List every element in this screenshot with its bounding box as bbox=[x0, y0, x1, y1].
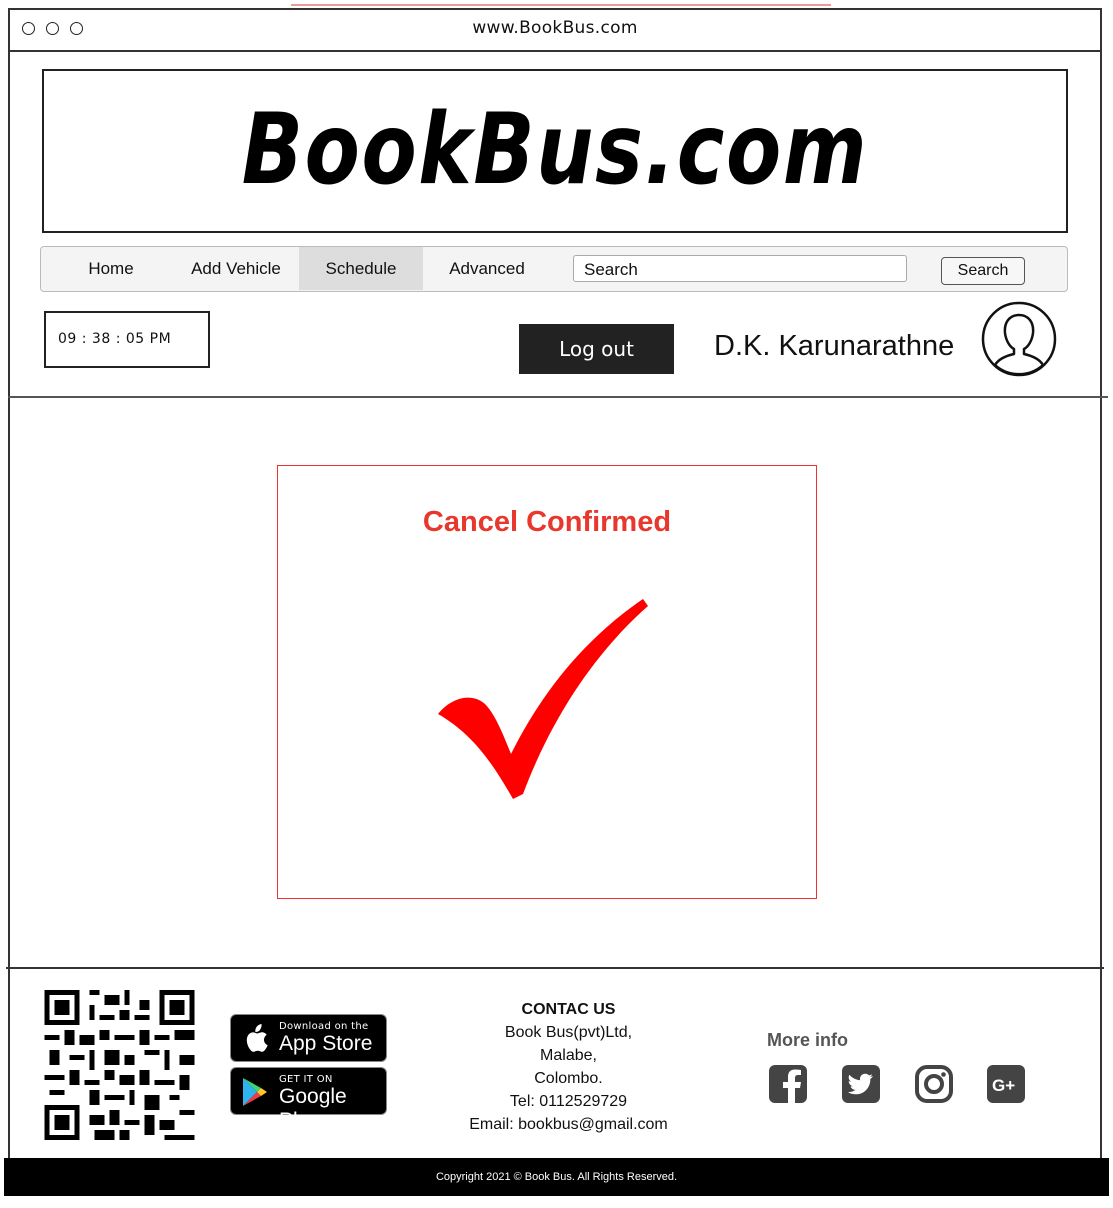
browser-url[interactable]: www.BookBus.com bbox=[8, 18, 1102, 38]
cancel-confirm-panel: Cancel Confirmed bbox=[277, 465, 817, 899]
clock-display: 09 : 38 : 05 PM bbox=[44, 311, 210, 368]
search-input[interactable]: Search bbox=[573, 255, 907, 282]
search-button[interactable]: Search bbox=[941, 257, 1025, 285]
logout-button[interactable]: Log out bbox=[519, 324, 674, 374]
user-name: D.K. Karunarathne bbox=[714, 330, 955, 362]
contact-city: Malabe, bbox=[540, 1047, 597, 1064]
site-logo[interactable]: BookBus.com bbox=[136, 93, 974, 207]
header-divider bbox=[8, 396, 1108, 398]
site-banner: BookBus.com bbox=[42, 69, 1068, 233]
app-store-small-text: Download on the bbox=[279, 1021, 369, 1032]
contact-region: Colombo. bbox=[534, 1070, 603, 1087]
contact-info: CONTAC US Book Bus(pvt)Ltd, Malabe, Colo… bbox=[440, 998, 697, 1136]
copyright-bar: Copyright 2021 © Book Bus. All Rights Re… bbox=[4, 1158, 1109, 1196]
app-store-label: App Store bbox=[279, 1032, 373, 1055]
more-info-heading: More info bbox=[767, 1030, 848, 1050]
google-play-badge[interactable]: GET IT ON Google Play bbox=[230, 1067, 387, 1132]
apple-icon bbox=[246, 1024, 268, 1052]
nav-advanced[interactable]: Advanced bbox=[437, 247, 537, 290]
contact-heading: CONTAC US bbox=[521, 1001, 616, 1018]
cancel-confirmed-title: Cancel Confirmed bbox=[422, 506, 672, 538]
checkmark-icon bbox=[438, 599, 648, 799]
contact-email[interactable]: Email: bookbus@gmail.com bbox=[440, 1113, 697, 1136]
twitter-icon[interactable] bbox=[841, 1064, 881, 1104]
top-accent-line bbox=[291, 4, 831, 6]
browser-url-bar: www.BookBus.com bbox=[8, 8, 1102, 52]
google-plus-icon[interactable]: G+ bbox=[986, 1064, 1026, 1104]
copyright-text: Copyright 2021 © Book Bus. All Rights Re… bbox=[435, 1171, 678, 1183]
google-play-label: Google Play bbox=[279, 1085, 347, 1132]
contact-phone[interactable]: Tel: 0112529729 bbox=[440, 1090, 697, 1113]
google-play-icon bbox=[243, 1078, 267, 1106]
main-nav: Home Add Vehicle Schedule Advanced Searc… bbox=[40, 246, 1068, 292]
qr-code-icon bbox=[44, 990, 195, 1140]
google-play-small-text: GET IT ON bbox=[279, 1074, 333, 1085]
nav-add-vehicle[interactable]: Add Vehicle bbox=[181, 247, 291, 290]
nav-schedule[interactable]: Schedule bbox=[299, 247, 423, 290]
instagram-icon[interactable] bbox=[914, 1064, 954, 1104]
user-avatar-icon[interactable] bbox=[981, 301, 1057, 377]
nav-home[interactable]: Home bbox=[71, 247, 151, 290]
facebook-icon[interactable] bbox=[768, 1064, 808, 1104]
contact-company: Book Bus(pvt)Ltd, bbox=[504, 1024, 633, 1041]
svg-text:G+: G+ bbox=[992, 1076, 1015, 1095]
app-store-badge[interactable]: Download on the App Store bbox=[230, 1014, 387, 1062]
